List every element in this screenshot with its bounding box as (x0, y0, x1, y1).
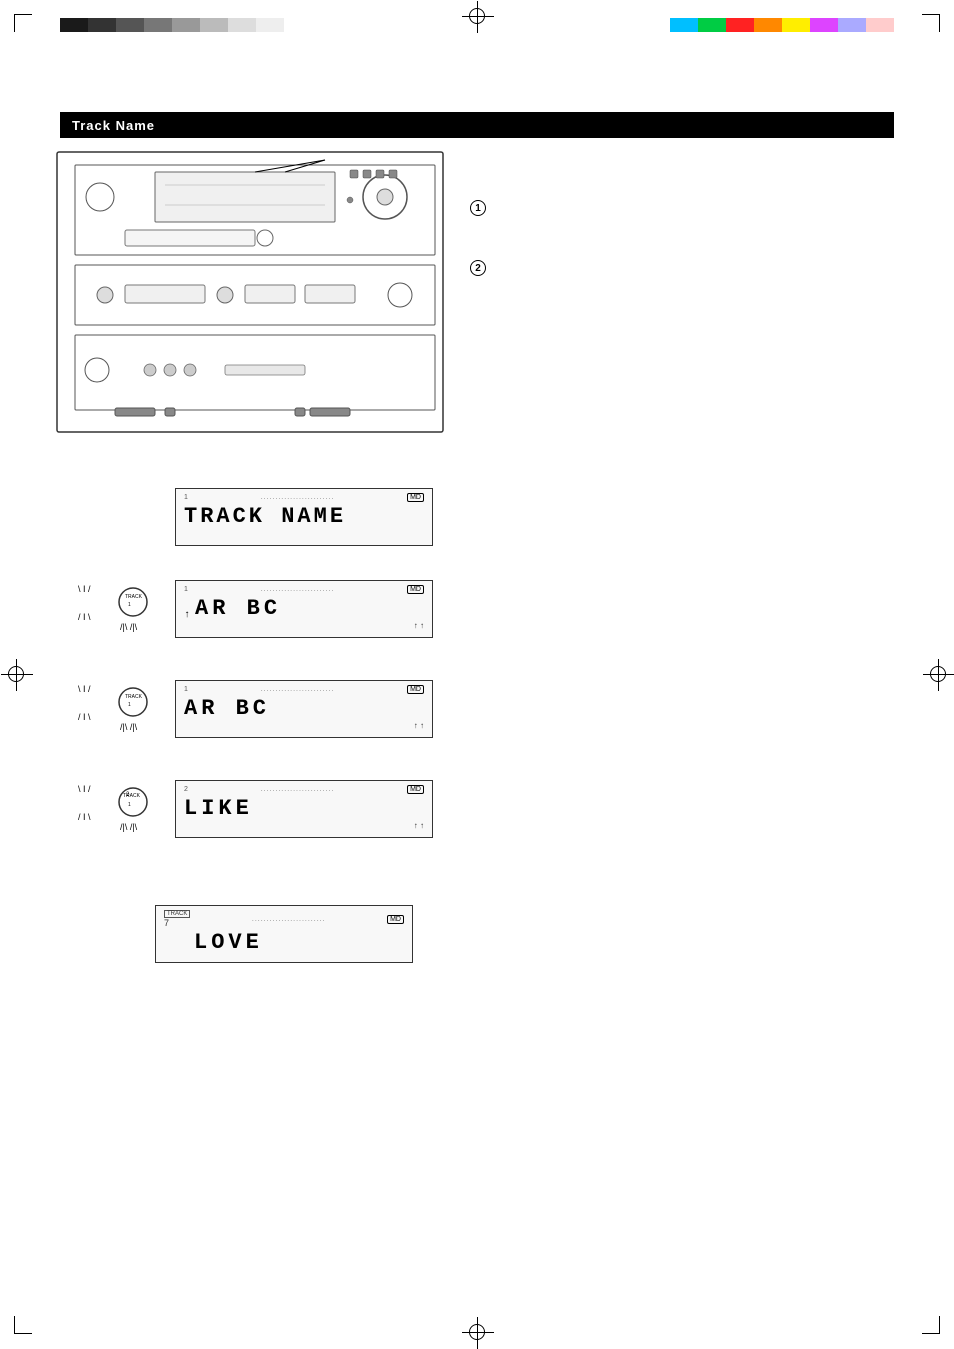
svg-text:TRACK: TRACK (125, 594, 143, 600)
crop-mark-tl (14, 14, 32, 15)
svg-text:/ I \: / I \ (78, 812, 91, 822)
display-3-container: 1 ......................... MD AR BC ↑ ↑ (175, 680, 433, 738)
crop-mark-bl2 (14, 1316, 15, 1334)
color-bar-right (670, 18, 894, 32)
display5-track-num: 7 (164, 918, 169, 928)
svg-text:/ I \: / I \ (78, 612, 91, 622)
display5-md-badge: MD (387, 915, 404, 924)
section-title: Track Name (72, 118, 155, 133)
display4-md-badge: MD (407, 785, 424, 794)
display4-track-num: 2 (184, 786, 188, 793)
display1-md-badge: MD (407, 493, 424, 502)
crop-mark-bl (14, 1333, 32, 1334)
reg-mark-top (469, 8, 485, 24)
display5-track-label: TRACK (164, 910, 190, 918)
display3-bottom-arrows: ↑ ↑ (184, 721, 424, 730)
svg-text:\ I /: \ I / (78, 584, 91, 594)
display-1-container: 1 ......................... MD TRACK NAM… (175, 488, 433, 546)
display5-main-text: LOVE (164, 930, 404, 955)
display-4-container: 2 ......................... MD LIKE ↑ ↑ (175, 780, 433, 838)
svg-text:/|\ /|\: /|\ /|\ (120, 722, 138, 732)
display4-bottom-arrows: ↑ ↑ (184, 821, 424, 830)
side-note-1: 1 (470, 200, 486, 216)
display-5-container: TRACK 7 ......................... MD LOV… (155, 905, 413, 963)
crop-mark-br (922, 1333, 940, 1334)
svg-text:1: 1 (128, 802, 131, 808)
reg-mark-bottom (469, 1324, 485, 1340)
reg-mark-left (8, 666, 24, 682)
display2-main-text: AR BC (195, 596, 281, 621)
svg-text:\ I /: \ I / (78, 684, 91, 694)
crop-mark-tr (922, 14, 940, 15)
display3-main-text: AR BC (184, 696, 424, 721)
display-2-container: 1 ......................... MD ↑ AR BC ↑… (175, 580, 433, 638)
crop-mark-tl2 (14, 14, 15, 32)
svg-text:TRACK: TRACK (125, 694, 143, 700)
display1-main-text: TRACK NAME (184, 504, 424, 529)
crop-mark-tr2 (939, 14, 940, 32)
display2-bottom-arrows: ↑ ↑ (184, 621, 424, 630)
display1-track-dot: 1 (184, 494, 188, 501)
display3-md-badge: MD (407, 685, 424, 694)
circle-number-2: 2 (470, 260, 486, 276)
display4-main-text: LIKE (184, 796, 424, 821)
display3-knob-area: \ I / / I \ TRACK 1 /|\ /|\ (78, 680, 173, 743)
circle-number-1: 1 (470, 200, 486, 216)
device-illustration (55, 150, 455, 440)
display1-dots: ......................... (261, 494, 335, 501)
display4-knob-area: \ I / / I \ TRACK 1 2 /|\ /|\ (78, 780, 178, 843)
svg-text:1: 1 (128, 602, 131, 608)
display2-knob-area: \ I / / I \ TRACK 1 /|\ /|\ (78, 580, 173, 643)
color-bar-left (60, 18, 284, 32)
section-header: Track Name (60, 112, 894, 138)
display4-dots: ......................... (261, 786, 335, 793)
crop-mark-br2 (939, 1316, 940, 1334)
svg-text:/ I \: / I \ (78, 712, 91, 722)
display2-up-arrow: ↑ (184, 610, 190, 621)
svg-text:\ I /: \ I / (78, 784, 91, 794)
svg-text:1: 1 (128, 702, 131, 708)
svg-text:/|\ /|\: /|\ /|\ (120, 622, 138, 632)
svg-text:/|\ /|\: /|\ /|\ (120, 822, 138, 832)
side-note-2: 2 (470, 260, 486, 276)
display3-dots: ......................... (261, 686, 335, 693)
display5-dots: ......................... (252, 916, 326, 923)
reg-mark-right (930, 666, 946, 682)
display3-track-num: 1 (184, 686, 188, 693)
display2-md-badge: MD (407, 585, 424, 594)
display2-track-num: 1 (184, 586, 188, 593)
display2-dots: ......................... (261, 586, 335, 593)
